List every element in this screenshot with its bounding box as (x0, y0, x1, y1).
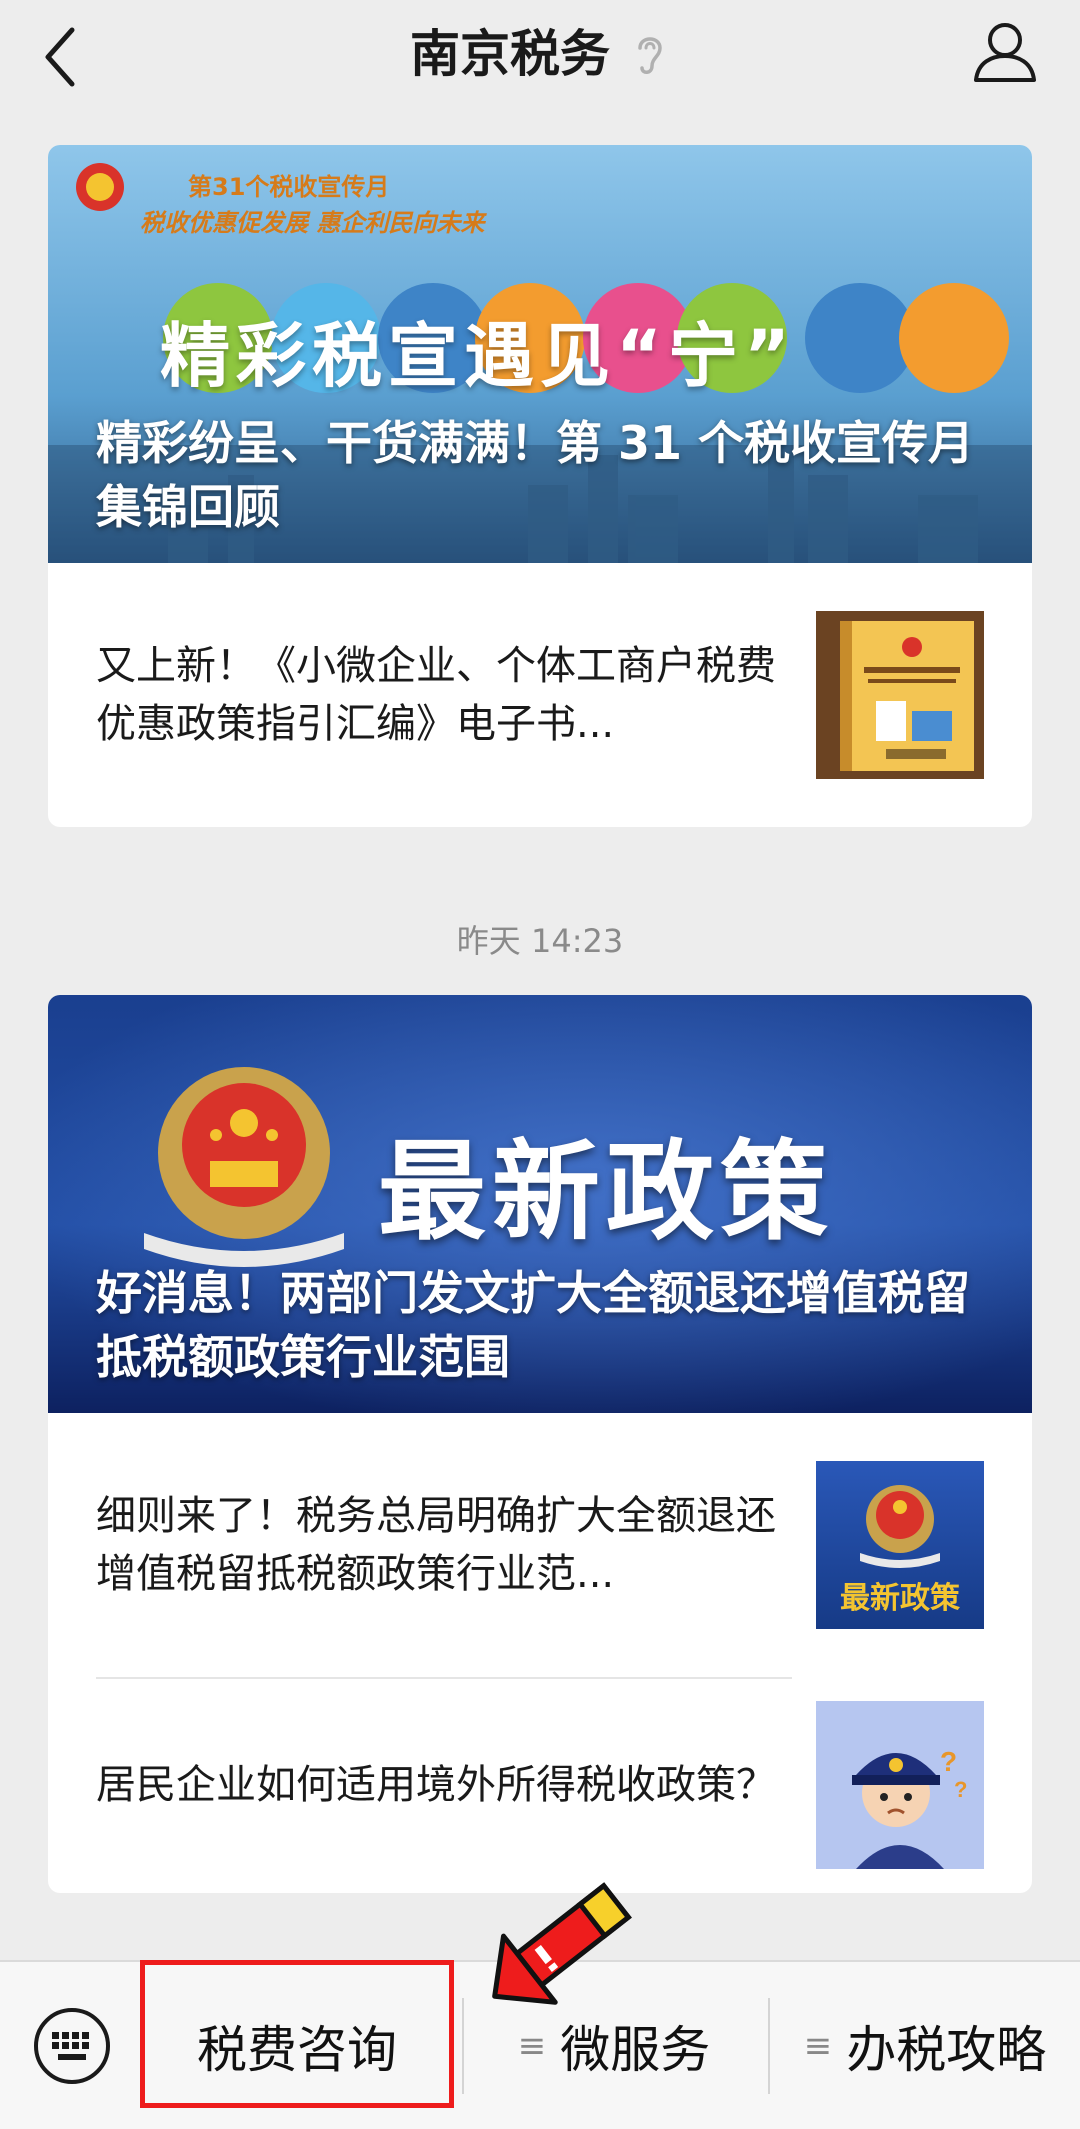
page-title-container: 南京税务 (0, 18, 1080, 90)
hero-article[interactable]: 最新政策 好消息！两部门发文扩大全额退还增值税留抵税额政策行业范围 (48, 995, 1032, 1413)
banner-headline: 精彩税宣遇见“宁” (160, 315, 797, 397)
menu-tax-guide[interactable]: ≡ 办税攻略 (770, 1962, 1080, 2129)
message-timestamp: 昨天 14:23 (456, 922, 624, 960)
list-item[interactable]: 细则来了！税务总局明确扩大全额退还增值税留抵税额政策行业范... 最新政策 (96, 1413, 984, 1677)
hero-title: 好消息！两部门发文扩大全额退还增值税留抵税额政策行业范围 (96, 1266, 970, 1384)
keyboard-icon[interactable] (32, 2006, 112, 2086)
hero-article[interactable]: 第31个税收宣传月 税收优惠促发展 惠企利民向未来 精彩税宣遇见“宁” 精彩纷呈… (48, 145, 1032, 563)
list-item[interactable]: 又上新！《小微企业、个体工商户税费优惠政策指引汇编》电子书... (96, 563, 984, 827)
menu-list-icon: ≡ (803, 2025, 833, 2066)
list-item[interactable]: 居民企业如何适用境外所得税收政策？ ? ? (96, 1679, 984, 1891)
user-icon[interactable] (970, 18, 1040, 88)
policy-thumbnail: 最新政策 (816, 1461, 984, 1629)
article-title: 细则来了！税务总局明确扩大全额退还增值税留抵税额政策行业范... (96, 1493, 776, 1597)
menu-label: 办税攻略 (846, 2020, 1047, 2079)
bottom-menu-bar: 税费咨询 ≡ 微服务 ≡ 办税攻略 (0, 1960, 1080, 2129)
article-card: 最新政策 好消息！两部门发文扩大全额退还增值税留抵税额政策行业范围 细则来了！税… (48, 995, 1032, 1893)
article-card: 第31个税收宣传月 税收优惠促发展 惠企利民向未来 精彩税宣遇见“宁” 精彩纷呈… (48, 145, 1032, 827)
thumbnail-caption: 最新政策 (840, 1581, 960, 1616)
page-title: 南京税务 (410, 25, 610, 83)
hero-title: 精彩纷呈、干货满满！第 31 个税收宣传月集锦回顾 (96, 416, 975, 534)
banner-headline: 最新政策 (378, 1130, 835, 1255)
banner-subtitle-2: 税收优惠促发展 惠企利民向未来 (140, 209, 485, 237)
svg-text:?: ? (940, 1746, 957, 1777)
menu-tax-consult[interactable]: 税费咨询 (140, 1962, 454, 2129)
article-title: 居民企业如何适用境外所得税收政策？ (96, 1762, 776, 1808)
article-title: 又上新！《小微企业、个体工商户税费优惠政策指引汇编》电子书... (96, 643, 776, 747)
ear-icon (638, 37, 662, 74)
menu-label: 微服务 (560, 2020, 711, 2079)
menu-micro-service[interactable]: ≡ 微服务 (464, 1962, 764, 2129)
book-thumbnail (816, 611, 984, 779)
tax-officer-thumbnail: ? ? (816, 1701, 984, 1869)
banner-subtitle-1: 第31个税收宣传月 (188, 173, 390, 201)
menu-label: 税费咨询 (197, 2020, 397, 2079)
svg-text:?: ? (954, 1777, 967, 1802)
menu-list-icon: ≡ (517, 2025, 547, 2066)
top-navigation-bar: 南京税务 (0, 0, 1080, 112)
